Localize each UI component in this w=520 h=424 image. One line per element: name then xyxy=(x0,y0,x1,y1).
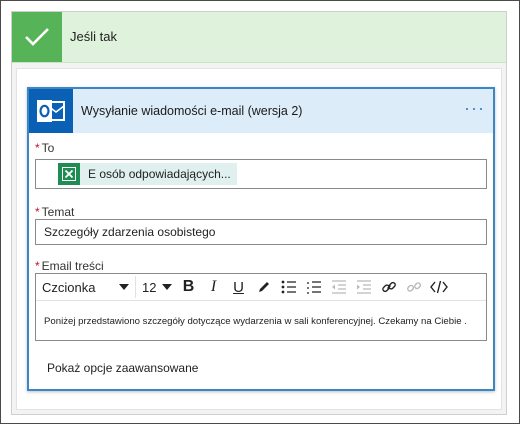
designer-frame: Jeśli tak Wysyłanie wiadomości e-mail (w… xyxy=(0,0,520,424)
email-body-value: Poniżej przedstawiono szczegóły dotycząc… xyxy=(44,316,467,327)
underline-icon[interactable]: U xyxy=(226,276,251,298)
checkmark-icon xyxy=(12,12,62,62)
unlink-icon[interactable] xyxy=(401,276,426,298)
numbered-list-icon[interactable] xyxy=(301,276,326,298)
chevron-down-icon xyxy=(162,284,172,290)
action-header[interactable]: Wysyłanie wiadomości e-mail (wersja 2) ·… xyxy=(29,89,493,133)
to-token-text: E osób odpowiadających... xyxy=(88,167,231,181)
link-icon[interactable] xyxy=(376,276,401,298)
italic-icon[interactable]: I xyxy=(201,276,226,298)
excel-icon xyxy=(58,163,80,185)
chevron-down-icon xyxy=(119,284,129,290)
highlight-pen-icon[interactable] xyxy=(251,276,276,298)
code-view-icon[interactable] xyxy=(426,276,451,298)
more-options-button[interactable]: ··· xyxy=(464,98,485,118)
font-family-select[interactable]: Czcionka xyxy=(36,276,136,298)
subject-field[interactable]: Szczegóły zdarzenia osobistego xyxy=(35,219,487,245)
action-title: Wysyłanie wiadomości e-mail (wersja 2) xyxy=(81,104,303,118)
bulleted-list-icon[interactable] xyxy=(276,276,301,298)
dynamic-content-token[interactable]: E osób odpowiadających... xyxy=(58,163,237,185)
bold-icon[interactable]: B xyxy=(176,276,201,298)
subject-value: Szczegóły zdarzenia osobistego xyxy=(44,225,216,239)
show-advanced-options-link[interactable]: Pokaż opcje zaawansowane xyxy=(47,361,198,375)
send-email-action-card: Wysyłanie wiadomości e-mail (wersja 2) ·… xyxy=(27,87,495,391)
body-editor[interactable]: Czcionka 12 B I U Poniżej przedstawiono … xyxy=(35,273,487,341)
outlook-icon xyxy=(29,89,73,133)
condition-yes-header[interactable]: Jeśli tak xyxy=(12,12,506,63)
body-label: * Email treści xyxy=(35,259,104,273)
to-label: * To xyxy=(35,141,55,155)
decrease-indent-icon[interactable] xyxy=(326,276,351,298)
rich-text-toolbar: Czcionka 12 B I U xyxy=(36,274,486,301)
subject-label: * Temat xyxy=(35,205,75,219)
increase-indent-icon[interactable] xyxy=(351,276,376,298)
condition-yes-title: Jeśli tak xyxy=(70,29,117,44)
font-size-select[interactable]: 12 xyxy=(136,276,176,298)
to-field[interactable]: E osób odpowiadających... xyxy=(35,159,487,189)
